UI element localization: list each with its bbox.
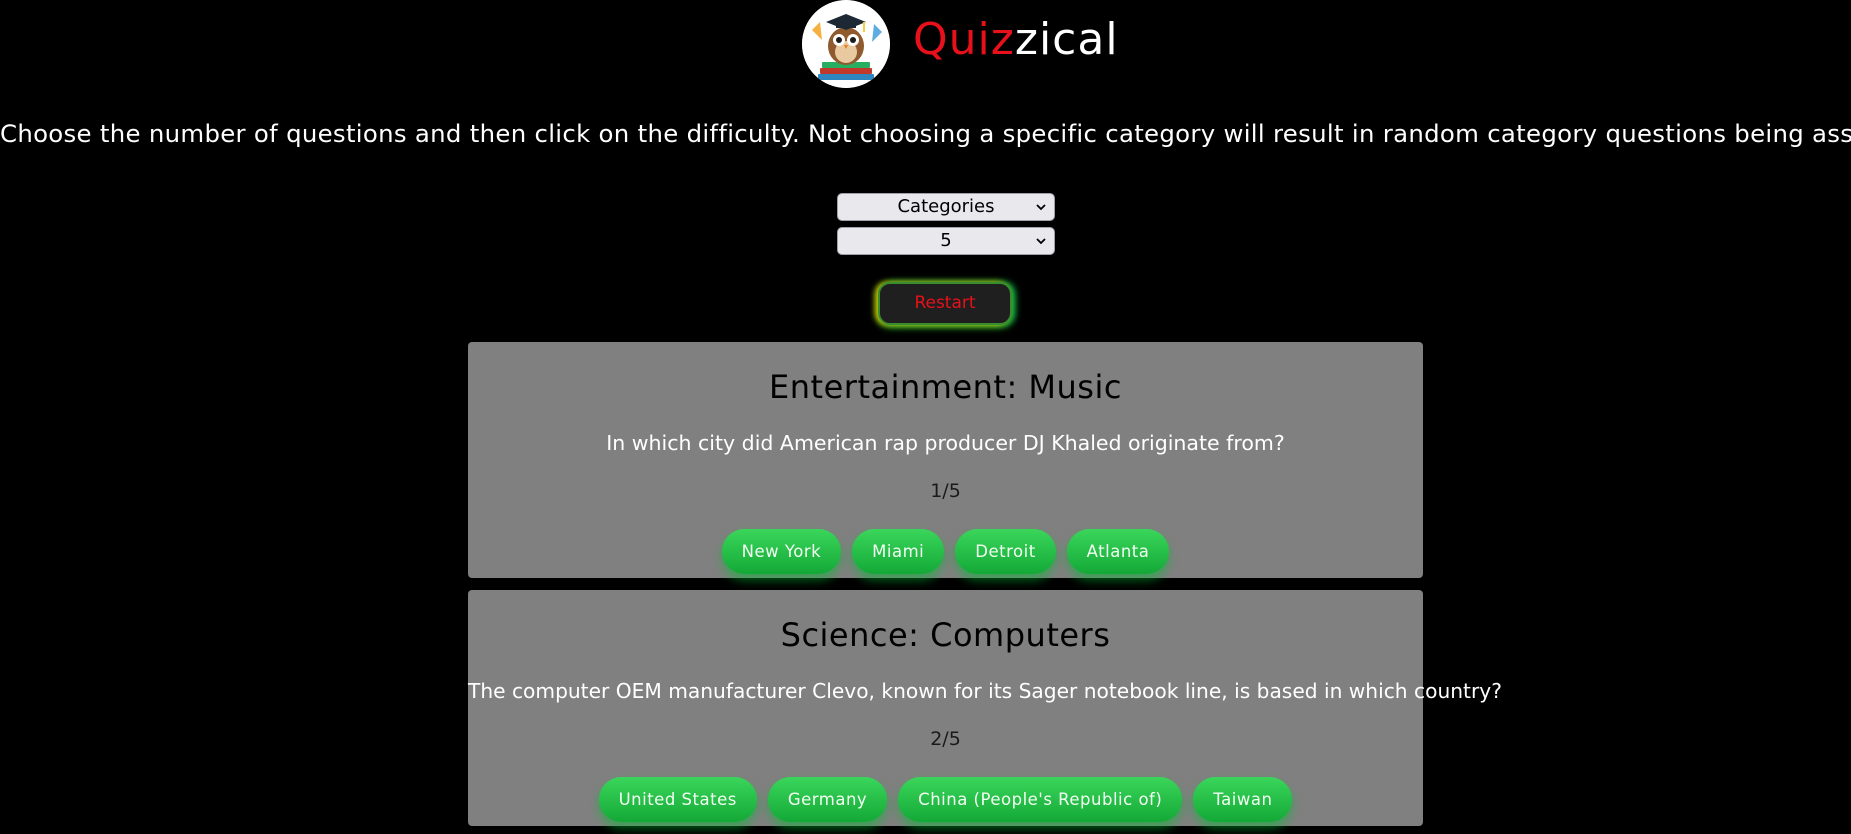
answer-button[interactable]: Detroit — [955, 529, 1056, 574]
question-counter: 2/5 — [930, 728, 961, 750]
answer-list: New York Miami Detroit Atlanta — [468, 529, 1423, 574]
answer-button[interactable]: United States — [598, 777, 757, 822]
question-category: Science: Computers — [780, 616, 1111, 654]
header: Quizzical — [0, 0, 1851, 90]
category-select-value: Categories — [897, 196, 995, 217]
category-select[interactable]: Categories — [837, 193, 1055, 221]
question-text: In which city did American rap producer … — [606, 431, 1285, 455]
owl-logo-icon — [802, 0, 890, 88]
question-card: Entertainment: Music In which city did A… — [468, 342, 1423, 578]
question-counter: 1/5 — [930, 480, 961, 502]
question-category: Entertainment: Music — [769, 368, 1122, 406]
app-title-rest: zical — [1014, 14, 1119, 65]
question-count-value: 5 — [940, 230, 952, 251]
answer-button[interactable]: Germany — [767, 777, 888, 822]
question-card: Science: Computers The computer OEM manu… — [468, 590, 1502, 826]
quizzical-page: Quizzical Choose the number of questions… — [0, 0, 1851, 834]
question-count-select[interactable]: 5 — [837, 227, 1055, 255]
answer-button[interactable]: China (People's Republic of) — [898, 777, 1183, 822]
instructions-text: Choose the number of questions and then … — [0, 119, 1851, 148]
answer-button[interactable]: Taiwan — [1193, 777, 1293, 822]
app-title-accent: Quiz — [913, 14, 1015, 65]
restart-button[interactable]: Restart — [878, 282, 1012, 325]
answer-button[interactable]: New York — [721, 529, 842, 574]
chevron-down-icon — [1036, 204, 1046, 211]
app-title: Quizzical — [913, 12, 1119, 68]
answer-button[interactable]: Miami — [852, 529, 945, 574]
answer-button[interactable]: Atlanta — [1066, 529, 1170, 574]
question-text: The computer OEM manufacturer Clevo, kno… — [468, 679, 1502, 703]
chevron-down-icon — [1036, 238, 1046, 245]
answer-list: United States Germany China (People's Re… — [468, 777, 1423, 822]
